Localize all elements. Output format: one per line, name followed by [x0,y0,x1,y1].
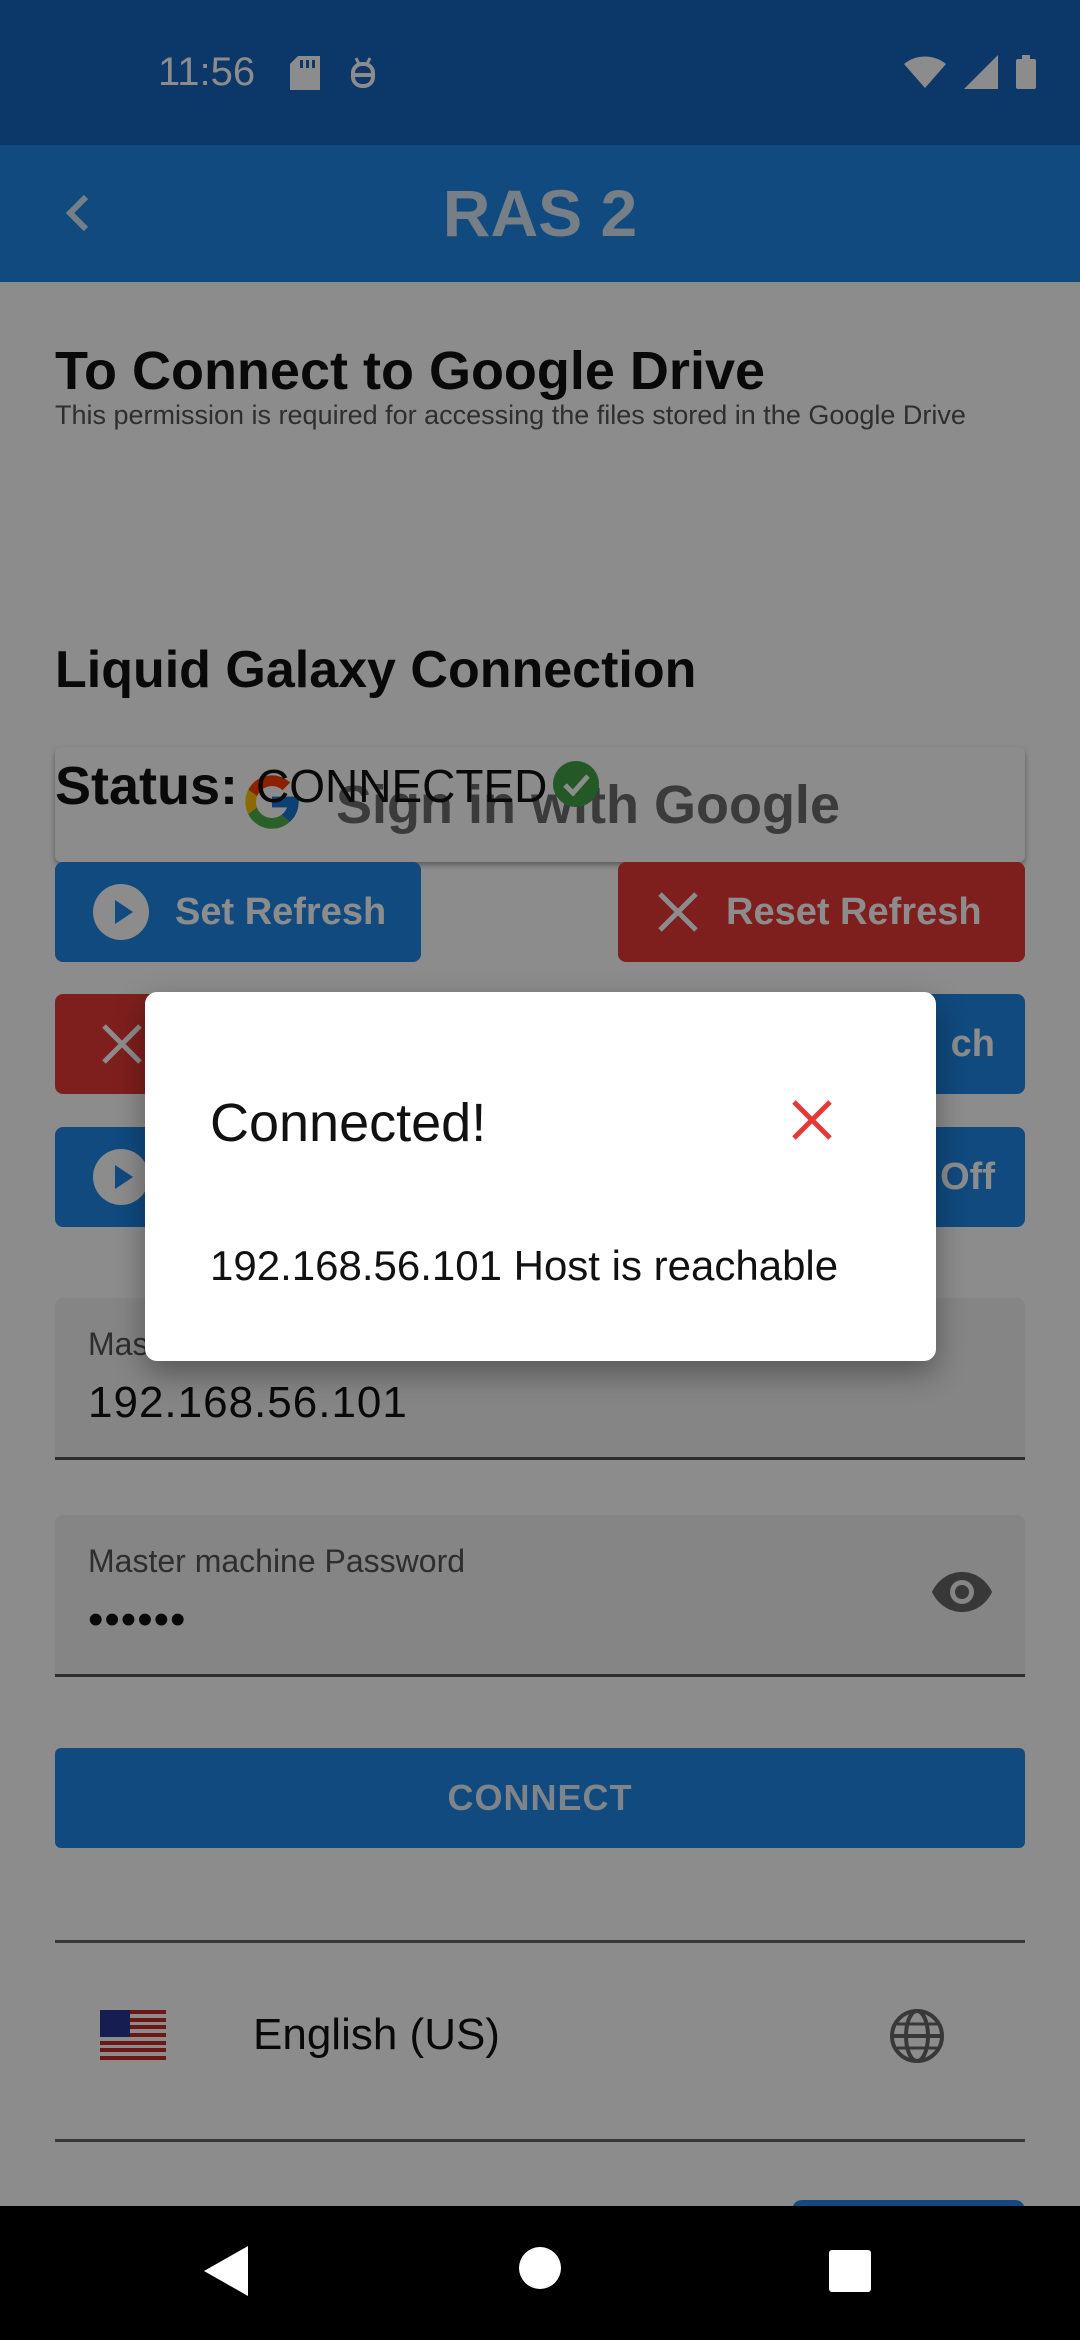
dialog-title: Connected! [210,1093,487,1153]
dialog-message: 192.168.56.101 Host is reachable [210,1242,839,1289]
nav-home-icon[interactable] [518,2246,562,2295]
connected-dialog: Connected! 192.168.56.101 Host is reacha… [145,992,936,1361]
close-icon[interactable] [788,1096,836,1144]
nav-recents-icon[interactable] [829,2250,871,2297]
nav-back-icon[interactable] [204,2246,248,2301]
system-nav-bar [0,2206,1080,2340]
